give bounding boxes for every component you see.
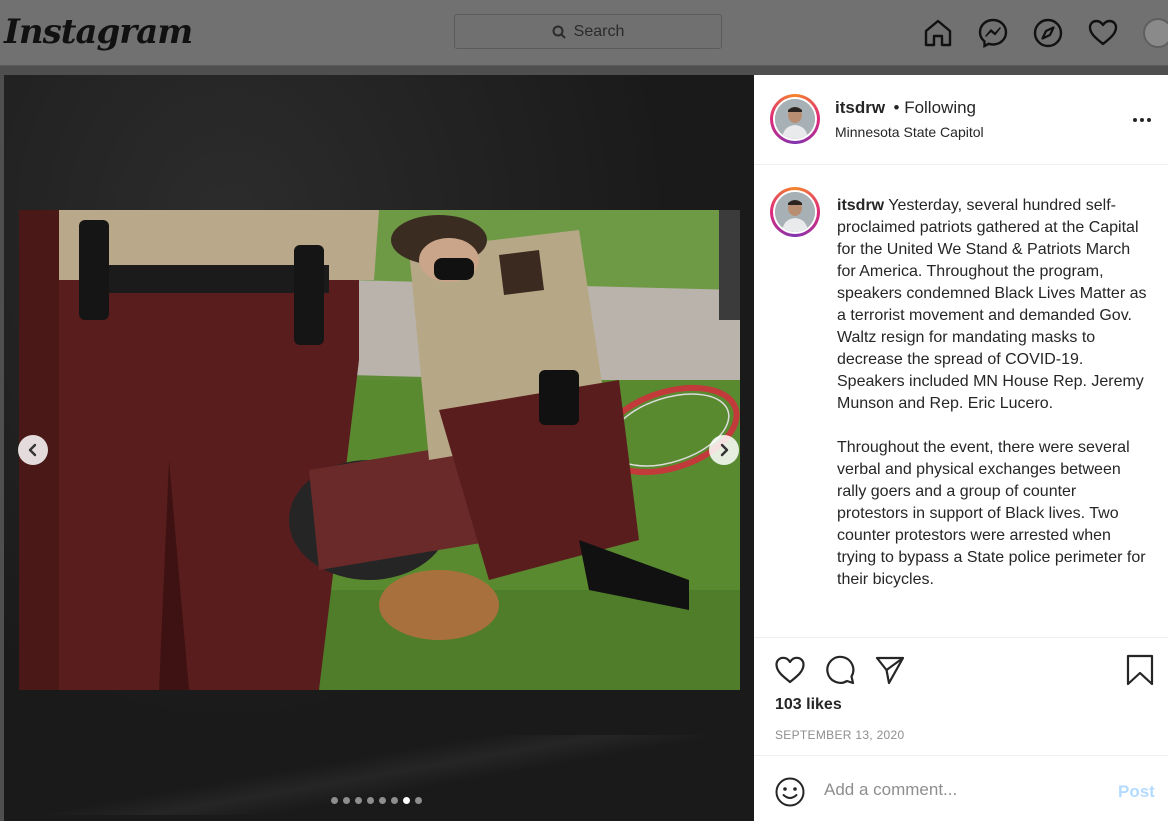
carousel-dot (367, 797, 374, 804)
caption-text: itsdrw Yesterday, several hundred self-p… (837, 195, 1147, 613)
carousel-dot (403, 797, 410, 804)
carousel-dots (331, 797, 427, 804)
carousel-dot (355, 797, 362, 804)
search-bar[interactable]: Search (454, 14, 722, 49)
author-avatar[interactable] (770, 94, 820, 144)
instagram-logo[interactable]: Instagram (4, 12, 193, 52)
like-heart-icon[interactable] (774, 654, 806, 686)
heart-icon[interactable] (1087, 17, 1119, 49)
profile-avatar[interactable] (1143, 18, 1168, 48)
emoji-icon[interactable] (774, 776, 806, 808)
share-icon[interactable] (874, 654, 906, 686)
top-nav: Instagram Search (0, 0, 1168, 66)
chevron-right-icon (720, 443, 729, 457)
comment-box: Post (754, 755, 1168, 821)
caption-paragraph-2: Throughout the event, there were several… (837, 439, 1146, 588)
home-icon[interactable] (922, 17, 954, 49)
carousel-dot (379, 797, 386, 804)
post-header: itsdrw • Following Minnesota State Capit… (754, 75, 1168, 165)
like-count[interactable]: 103 likes (775, 696, 842, 714)
carousel-dot (331, 797, 338, 804)
author-username[interactable]: itsdrw (835, 98, 885, 117)
carousel-dot (391, 797, 398, 804)
caption-area: itsdrw Yesterday, several hundred self-p… (754, 165, 1168, 637)
comment-input[interactable] (824, 780, 1104, 800)
carousel-dot (343, 797, 350, 804)
caption-username[interactable]: itsdrw (837, 197, 884, 214)
search-icon (552, 25, 566, 39)
save-bookmark-icon[interactable] (1124, 654, 1156, 686)
post-photo (19, 210, 740, 690)
chevron-left-icon (28, 443, 37, 457)
person-avatar-image (775, 192, 815, 232)
search-placeholder: Search (573, 22, 625, 40)
post-date[interactable]: SEPTEMBER 13, 2020 (775, 728, 904, 742)
following-status[interactable]: • Following (894, 98, 977, 117)
messenger-icon[interactable] (977, 17, 1009, 49)
post-side-panel: itsdrw • Following Minnesota State Capit… (754, 75, 1168, 821)
carousel-prev-button[interactable] (18, 435, 48, 465)
caption-paragraph-1: Yesterday, several hundred self-proclaim… (837, 197, 1147, 412)
post-actions: 103 likes SEPTEMBER 13, 2020 (754, 637, 1168, 755)
person-avatar-image (775, 99, 815, 139)
carousel-dot (415, 797, 422, 804)
location-link[interactable]: Minnesota State Capitol (835, 124, 984, 140)
more-options-icon[interactable] (1132, 110, 1152, 130)
explore-icon[interactable] (1032, 17, 1064, 49)
post-comment-button[interactable]: Post (1118, 782, 1155, 802)
comment-icon[interactable] (824, 654, 856, 686)
carousel-next-button[interactable] (709, 435, 739, 465)
post-media (4, 75, 754, 821)
caption-author-avatar[interactable] (770, 187, 820, 237)
